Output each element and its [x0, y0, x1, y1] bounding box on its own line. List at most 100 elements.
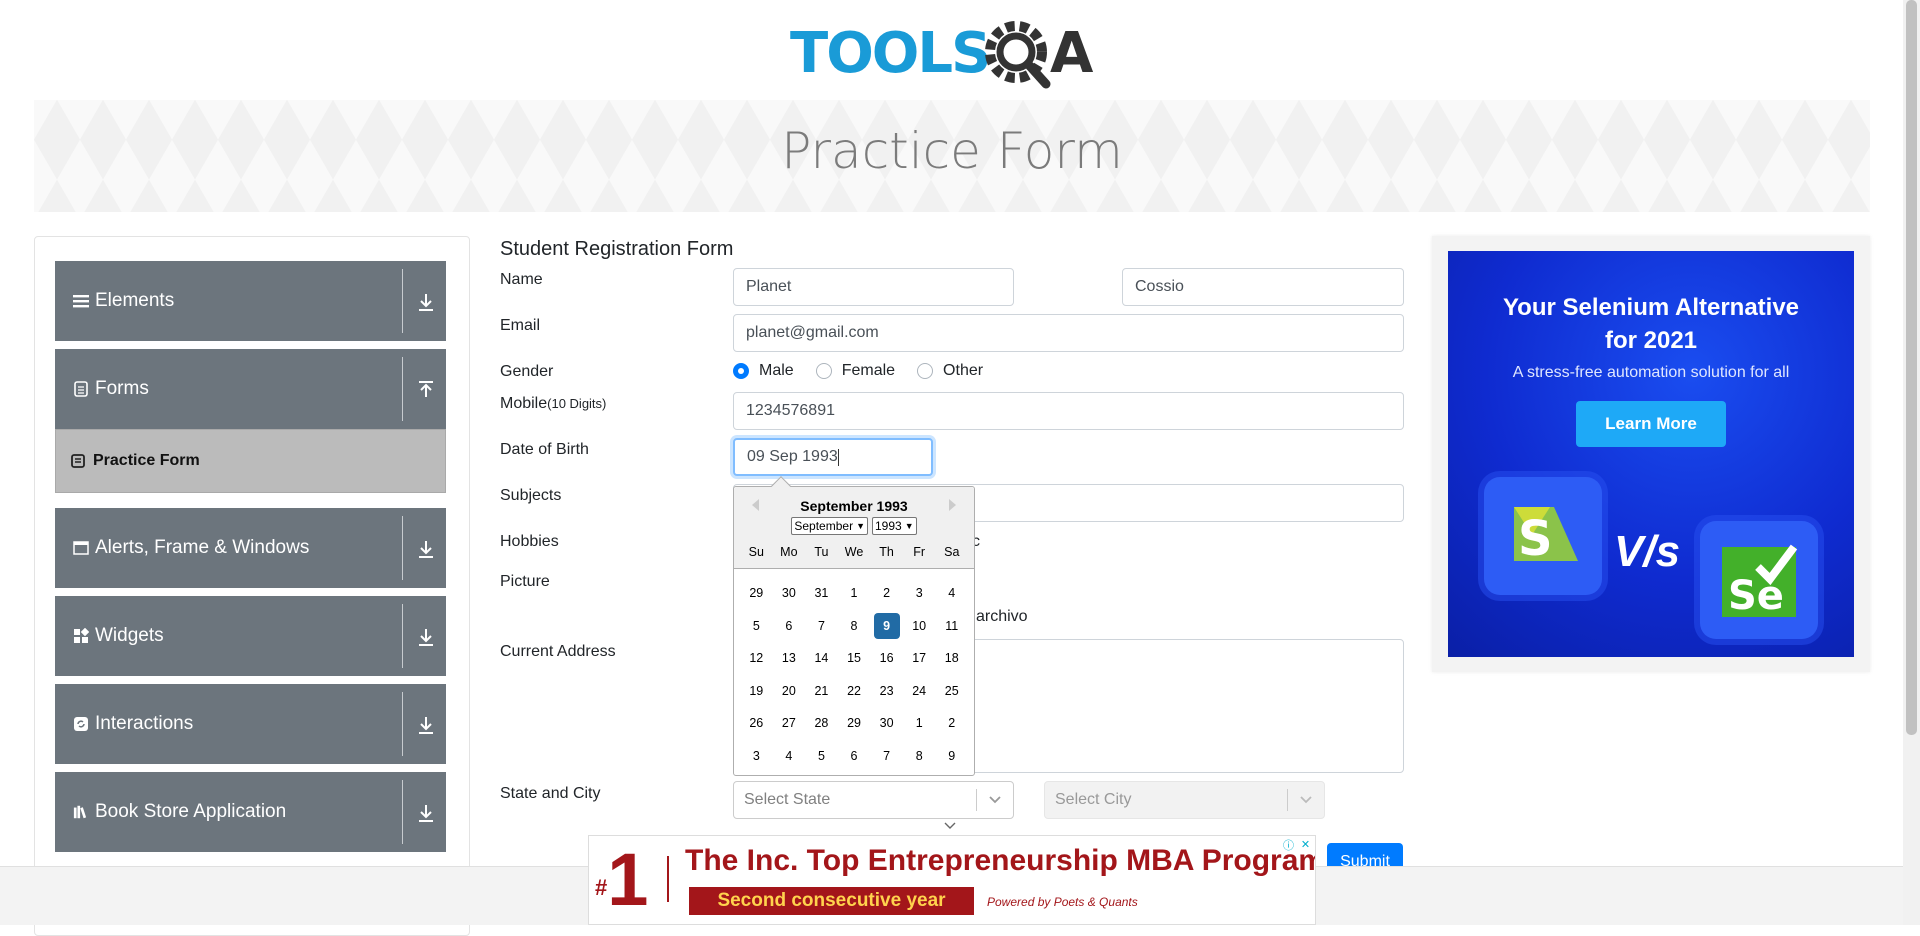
datepicker-day[interactable]: 8 [903, 743, 936, 769]
ad-title-line: for 2021 [1604, 327, 1698, 354]
bottom-ad[interactable]: #1 The Inc. Top Entrepreneurship MBA Pro… [588, 835, 1316, 925]
gender-female-radio[interactable] [815, 363, 832, 379]
datepicker-day[interactable]: 26 [740, 710, 773, 736]
datepicker-day[interactable]: 19 [740, 678, 773, 704]
scrollbar[interactable] [1903, 0, 1920, 925]
datepicker-day[interactable]: 17 [903, 645, 936, 671]
form-icon [71, 454, 85, 468]
datepicker-day[interactable]: 6 [838, 743, 871, 769]
state-select[interactable]: Select State [733, 781, 1014, 819]
divider [402, 269, 403, 333]
chevron-down-icon [977, 795, 1013, 805]
divider [402, 692, 403, 756]
datepicker-day[interactable]: 31 [805, 580, 838, 606]
datepicker-day[interactable]: 11 [935, 613, 968, 639]
datepicker-day[interactable]: 30 [773, 580, 806, 606]
gender-option-label[interactable]: Female [842, 362, 895, 380]
mobile-input[interactable]: 1234576891 [733, 392, 1404, 430]
download-icon [419, 629, 433, 646]
email-input[interactable]: planet@gmail.com [733, 314, 1404, 352]
datepicker-day[interactable]: 20 [773, 678, 806, 704]
datepicker-day[interactable]: 13 [773, 645, 806, 671]
datepicker-day[interactable]: 7 [870, 743, 903, 769]
datepicker-day[interactable]: 29 [838, 710, 871, 736]
datepicker-day[interactable]: 16 [870, 645, 903, 671]
datepicker-day-selected[interactable]: 9 [873, 612, 900, 639]
gender-option-label[interactable]: Male [759, 362, 794, 380]
datepicker-day[interactable]: 8 [838, 613, 871, 639]
learn-more-button[interactable]: Learn More [1576, 401, 1726, 447]
versus-text: V/s [1614, 527, 1681, 576]
datepicker-day[interactable]: 5 [740, 613, 773, 639]
divider [402, 604, 403, 668]
datepicker-day[interactable]: 27 [773, 710, 806, 736]
next-month-button[interactable] [949, 499, 956, 511]
divider [402, 780, 403, 844]
menu-group-alerts[interactable]: Alerts, Frame & Windows [55, 508, 446, 588]
scrollbar-thumb[interactable] [1906, 0, 1917, 735]
ad-subtitle: A stress-free automation solution for al… [1512, 364, 1790, 381]
datepicker-day[interactable]: 6 [773, 613, 806, 639]
menu-group-widgets[interactable]: Widgets [55, 596, 446, 676]
last-name-input[interactable]: Cossio [1122, 268, 1404, 306]
datepicker-day[interactable]: 24 [903, 678, 936, 704]
ad-tagline: Second consecutive year [689, 887, 974, 915]
datepicker-day[interactable]: 1 [838, 580, 871, 606]
month-select[interactable]: September ▼ [791, 517, 868, 535]
gender-male-radio[interactable] [733, 363, 749, 379]
datepicker-day[interactable]: 3 [740, 743, 773, 769]
datepicker-day[interactable]: 10 [903, 613, 936, 639]
menu-group-interactions[interactable]: Interactions [55, 684, 446, 764]
menu-group-label: Alerts, Frame & Windows [95, 537, 310, 558]
divider [402, 516, 403, 580]
first-name-input[interactable]: Planet [733, 268, 1014, 306]
gender-other-radio[interactable] [917, 363, 934, 379]
ad-controls: ⓘ ✕ [1281, 837, 1313, 852]
download-icon [419, 717, 433, 734]
datepicker-day[interactable]: 25 [935, 678, 968, 704]
datepicker-day[interactable]: 9 [935, 743, 968, 769]
menu-group-elements[interactable]: Elements [55, 261, 446, 341]
dob-input[interactable]: 09 Sep 1993 [733, 438, 933, 476]
datepicker-day[interactable]: 22 [838, 678, 871, 704]
datepicker-week: 26 27 28 29 30 1 2 [740, 707, 968, 740]
datepicker-day[interactable]: 3 [903, 580, 936, 606]
menu-group-forms[interactable]: Forms [55, 349, 446, 429]
sidebar-item-practice-form[interactable]: Practice Form [55, 429, 446, 493]
datepicker-day[interactable]: 14 [805, 645, 838, 671]
dob-label: Date of Birth [500, 441, 589, 458]
datepicker-day[interactable]: 4 [935, 580, 968, 606]
weekday-label: Su [748, 545, 764, 559]
ad-info-icon[interactable]: ⓘ [1281, 837, 1296, 852]
gender-option-label[interactable]: Other [943, 362, 983, 380]
datepicker-day[interactable]: 18 [935, 645, 968, 671]
weekday-label: We [844, 545, 864, 559]
menu-group-book-store[interactable]: Book Store Application [55, 772, 446, 852]
datepicker-day[interactable]: 23 [870, 678, 903, 704]
datepicker-day[interactable]: 30 [870, 710, 903, 736]
datepicker-day[interactable]: 12 [740, 645, 773, 671]
city-select[interactable]: Select City [1044, 781, 1325, 819]
datepicker-day[interactable]: 29 [740, 580, 773, 606]
datepicker-selects: September ▼ 1993 ▼ [734, 517, 974, 535]
subjects-label: Subjects [500, 487, 562, 504]
datepicker-day[interactable]: 15 [838, 645, 871, 671]
ad-logo-card: Se [1700, 521, 1818, 639]
year-select[interactable]: 1993 ▼ [872, 517, 917, 535]
city-placeholder: Select City [1055, 791, 1132, 808]
datepicker-day[interactable]: 1 [903, 710, 936, 736]
close-icon[interactable]: ✕ [1298, 837, 1313, 852]
datepicker-day[interactable]: 2 [870, 580, 903, 606]
datepicker-day[interactable]: 21 [805, 678, 838, 704]
side-ad[interactable]: Your Selenium Alternative for 2021 A str… [1448, 251, 1854, 657]
chevron-down-icon: ▼ [856, 521, 865, 531]
datepicker-day[interactable]: 2 [935, 710, 968, 736]
datepicker-day[interactable]: 7 [805, 613, 838, 639]
datepicker-day[interactable]: 28 [805, 710, 838, 736]
datepicker-day[interactable]: 4 [773, 743, 806, 769]
refresh-icon [73, 716, 89, 732]
weekday-label: Th [879, 545, 894, 559]
divider [667, 856, 669, 902]
datepicker-day[interactable]: 5 [805, 743, 838, 769]
toolsqa-logo[interactable]: TOOLS A [790, 14, 1114, 90]
